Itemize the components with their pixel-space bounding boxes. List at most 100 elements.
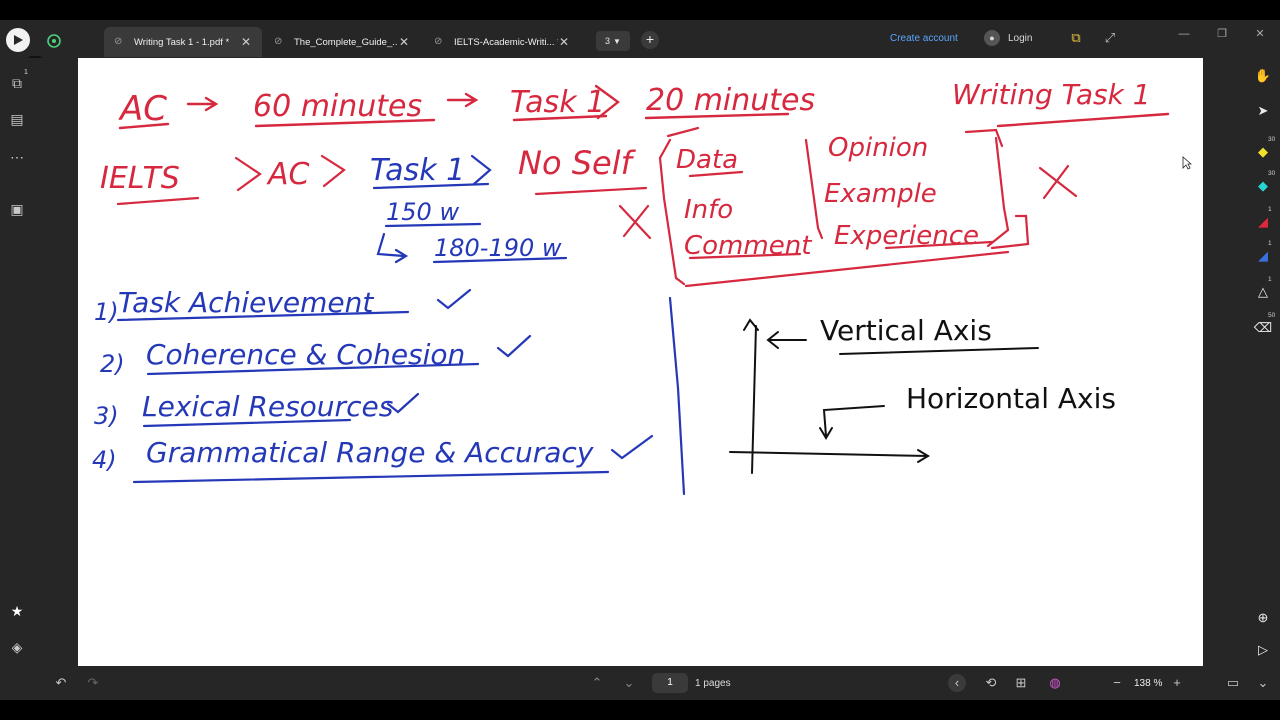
select-arrow-icon[interactable]: ➤ <box>1252 101 1274 121</box>
document-icon: ⊘ <box>274 36 283 47</box>
note-task1-b: Task 1 <box>370 153 465 188</box>
note-horizontal-axis: Horizontal Axis <box>906 382 1116 415</box>
next-page-icon[interactable]: ⌄ <box>620 674 638 692</box>
note-data: Data <box>676 145 738 175</box>
note-writing-task1: Writing Task 1 <box>952 78 1151 111</box>
restore-icon[interactable]: ❐ <box>1214 26 1230 42</box>
arrow-to-horizontal-axis <box>819 405 885 440</box>
fullscreen-icon[interactable]: ⤢ <box>1102 30 1118 46</box>
login-label: Login <box>1008 32 1033 44</box>
note-ac-2: AC <box>266 157 310 192</box>
tab-title: The_Complete_Guide_... <box>294 36 398 48</box>
x-mark-2 <box>1038 164 1078 200</box>
tab-count: 3 <box>605 36 611 46</box>
minimize-icon[interactable]: — <box>1176 26 1192 42</box>
thumbnails-badge: 1 <box>24 69 28 76</box>
handwritten-notes-canvas: AC 60 minutes Task 1 20 minutes Writing … <box>92 78 1170 496</box>
note-task1-a: Task 1 <box>510 85 605 120</box>
page-number-input[interactable]: 1 <box>652 673 688 693</box>
previous-page-icon[interactable]: ⌃ <box>588 674 606 692</box>
ai-reader-icon[interactable]: ◍ <box>1046 674 1064 692</box>
note-150-words: 150 w <box>386 198 459 226</box>
x-mark-1 <box>618 204 652 240</box>
undo-icon[interactable]: ↶ <box>52 674 70 692</box>
eraser-icon[interactable]: ⌫ <box>1252 318 1274 338</box>
document-icon: ⊘ <box>114 36 123 47</box>
arrow-to-vertical-axis <box>766 331 807 349</box>
note-ac: AC <box>118 89 167 129</box>
login-button[interactable]: ● Login <box>984 30 1032 46</box>
create-account-link[interactable]: Create account <box>890 33 958 44</box>
layers-icon[interactable]: ◈ <box>6 636 28 658</box>
user-icon: ● <box>984 30 1000 46</box>
chevron-left-icon[interactable]: ‹ <box>948 674 966 692</box>
note-example: Example <box>824 179 937 209</box>
pdf-page[interactable]: AC 60 minutes Task 1 20 minutes Writing … <box>78 58 1203 666</box>
redo-icon[interactable]: ↷ <box>84 674 102 692</box>
add-tool-icon[interactable]: ⊕ <box>1252 608 1274 628</box>
zoom-level[interactable]: 138 % <box>1134 678 1162 689</box>
app-logo[interactable] <box>6 28 30 52</box>
criterion-2-number: 2) <box>100 350 125 378</box>
highlighter-cyan-icon[interactable]: ◆ <box>1252 176 1274 196</box>
note-ielts: IELTS <box>100 161 180 196</box>
pen-red-icon[interactable]: ◢ <box>1252 212 1274 232</box>
arrow-ac-to-minutes <box>186 96 219 112</box>
zoom-out-icon[interactable]: − <box>1108 674 1126 692</box>
star-icon[interactable]: ★ <box>6 600 28 622</box>
more-icon[interactable]: ⋯ <box>6 146 28 168</box>
notifications-icon[interactable]: ⧉ <box>1068 30 1084 46</box>
divider-blue <box>668 296 686 496</box>
checkmark-4 <box>610 434 654 460</box>
note-info: Info <box>684 195 733 225</box>
ai-notes-icon[interactable]: ▣ <box>6 198 28 220</box>
new-tab-button[interactable]: + <box>641 31 659 49</box>
tab-ielts-academic[interactable]: ⊘ IELTS-Academic-Writi... * ✕ <box>424 27 580 57</box>
arrow-minutes-to-task <box>446 92 479 108</box>
criterion-4-number: 4) <box>92 446 117 474</box>
note-vertical-axis: Vertical Axis <box>820 314 992 347</box>
criterion-4-text: Grammatical Range & Accuracy <box>146 436 594 469</box>
fit-page-icon[interactable]: ▭ <box>1224 674 1242 692</box>
play-logo-icon <box>14 35 23 45</box>
mouse-cursor-icon <box>1182 156 1192 170</box>
close-tab-icon[interactable]: ✕ <box>240 35 252 49</box>
book-icon[interactable]: ▤ <box>6 108 28 130</box>
x-axis-line <box>729 451 929 457</box>
note-opinion: Opinion <box>828 133 928 163</box>
total-pages-label: 1 pages <box>695 678 731 689</box>
chevron-down-icon: ▼ <box>613 36 621 46</box>
close-tab-icon[interactable]: ✕ <box>398 35 410 49</box>
checkmark-2 <box>496 334 532 358</box>
rotate-icon[interactable]: ⟲ <box>982 674 1000 692</box>
close-window-icon[interactable]: ✕ <box>1252 26 1268 42</box>
tab-writing-task-1[interactable]: ⊘ Writing Task 1 - 1.pdf * ✕ <box>104 27 262 57</box>
note-60-minutes: 60 minutes <box>253 89 422 124</box>
tab-list-button[interactable]: 3 ▼ <box>596 31 630 51</box>
bottom-bar <box>0 666 1280 700</box>
left-sidebar: ⧉ 1 ▤ ⋯ ▣ ★ ◈ ⚙ <box>0 58 78 691</box>
arrow-to-180 <box>376 232 409 264</box>
highlighter-yellow-icon[interactable]: ◆ <box>1252 142 1274 162</box>
present-icon[interactable]: ▷ <box>1252 640 1274 660</box>
y-axis-line <box>751 325 757 474</box>
pen-blue-icon[interactable]: ◢ <box>1252 246 1274 266</box>
criterion-1-number: 1) <box>94 298 119 326</box>
divider-red <box>804 138 824 240</box>
tab-complete-guide[interactable]: ⊘ The_Complete_Guide_... ✕ <box>264 27 420 57</box>
tab-title: IELTS-Academic-Writi... * <box>454 36 558 48</box>
grid-view-icon[interactable]: ⊞ <box>1012 674 1030 692</box>
tab-title: Writing Task 1 - 1.pdf * <box>134 36 230 48</box>
note-20-minutes: 20 minutes <box>646 83 815 118</box>
expand-chevron-icon[interactable]: ⌄ <box>1254 674 1272 692</box>
checkmark-1 <box>436 288 472 310</box>
criterion-3-number: 3) <box>94 402 119 430</box>
document-icon: ⊘ <box>434 36 443 47</box>
criterion-3-text: Lexical Resources <box>142 390 393 423</box>
ai-assistant-icon[interactable] <box>44 31 64 51</box>
lasso-icon[interactable]: △ <box>1252 282 1274 302</box>
title-bar: ▾ ⊘ Writing Task 1 - 1.pdf * ✕ ⊘ The_Com… <box>0 20 1280 68</box>
close-tab-icon[interactable]: ✕ <box>558 35 570 49</box>
zoom-in-icon[interactable]: + <box>1168 674 1186 692</box>
hand-tool-icon[interactable]: ✋ <box>1252 66 1274 86</box>
